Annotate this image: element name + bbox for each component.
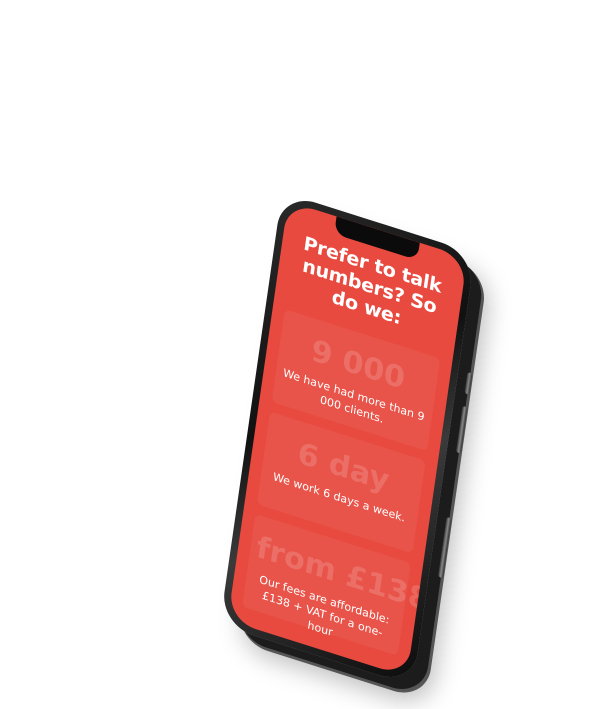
mute-switch bbox=[464, 371, 473, 395]
stage: Prefer to talk numbers? So do we: 9 000 … bbox=[0, 0, 599, 709]
phone-mockup: Prefer to talk numbers? So do we: 9 000 … bbox=[219, 192, 476, 686]
volume-button bbox=[455, 405, 468, 454]
phone-screen: Prefer to talk numbers? So do we: 9 000 … bbox=[227, 201, 468, 677]
power-button bbox=[437, 516, 452, 579]
